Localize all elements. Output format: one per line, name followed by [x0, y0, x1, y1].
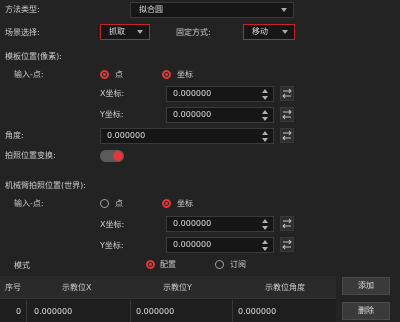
photo-transform-label: 拍照位置变换: [5, 151, 56, 160]
robot-radio-coord[interactable] [162, 199, 171, 208]
robot-radio-coord-label: 坐标 [177, 199, 193, 208]
template-section-title: 模板位置(像素): [5, 52, 62, 61]
mode-radio-config[interactable] [146, 260, 155, 269]
column-divider [26, 300, 27, 322]
toggle-knob [113, 151, 123, 161]
table-header-index: 序号 [5, 283, 21, 292]
column-divider [130, 300, 131, 322]
fixed-mode-label: 固定方式: [176, 28, 211, 37]
chevron-down-icon [281, 8, 287, 12]
spinner-icon[interactable] [261, 88, 269, 101]
swap-icon [282, 109, 292, 120]
delete-button[interactable]: 删除 [342, 302, 390, 320]
robot-y-value: 0.000000 [173, 240, 212, 249]
angle-input[interactable]: 0.000000 [100, 128, 274, 144]
spinner-icon[interactable] [261, 130, 269, 143]
method-type-select[interactable]: 拟合圆 [130, 2, 294, 18]
table-cell-x: 0.000000 [34, 307, 73, 316]
template-radio-coord-label: 坐标 [177, 70, 193, 79]
table-header-x: 示教位X [62, 283, 92, 292]
swap-icon [282, 88, 292, 99]
photo-transform-toggle[interactable] [100, 150, 124, 162]
swap-icon [282, 130, 292, 141]
method-type-label: 方法类型: [5, 5, 40, 14]
spinner-icon[interactable] [261, 239, 269, 252]
robot-x-label: X坐标: [100, 220, 125, 229]
table-cell-index: 0 [16, 307, 22, 316]
table-header-y: 示教位Y [163, 283, 192, 292]
swap-icon [282, 218, 292, 229]
template-y-value: 0.000000 [173, 110, 212, 119]
robot-x-value: 0.000000 [173, 219, 212, 228]
scene-label: 场景选择: [5, 28, 40, 37]
column-divider [232, 300, 233, 322]
template-x-input[interactable]: 0.000000 [166, 86, 274, 102]
scene-select[interactable]: 抓取 [100, 24, 150, 40]
swap-button[interactable] [280, 216, 294, 231]
add-button[interactable]: 添加 [342, 277, 390, 295]
chevron-down-icon [282, 30, 288, 34]
robot-x-input[interactable]: 0.000000 [166, 216, 274, 232]
robot-section-title: 机械臂拍照位置(世界): [5, 181, 86, 190]
robot-y-input[interactable]: 0.000000 [166, 237, 274, 253]
swap-button[interactable] [280, 128, 294, 143]
template-radio-coord[interactable] [162, 70, 171, 79]
angle-label: 角度: [5, 131, 24, 140]
mode-radio-subscribe-label: 订阅 [230, 260, 246, 269]
swap-button[interactable] [280, 107, 294, 122]
fixed-mode-value: 移动 [252, 27, 268, 36]
template-y-input[interactable]: 0.000000 [166, 107, 274, 123]
template-radio-point-label: 点 [115, 70, 123, 79]
spinner-icon[interactable] [261, 218, 269, 231]
robot-radio-point[interactable] [100, 199, 109, 208]
template-input-label: 输入-点: [14, 70, 44, 79]
robot-y-label: Y坐标: [100, 241, 124, 250]
template-radio-point[interactable] [100, 70, 109, 79]
swap-button[interactable] [280, 237, 294, 252]
scene-value: 抓取 [109, 27, 125, 36]
mode-radio-subscribe[interactable] [215, 260, 224, 269]
table-header-angle: 示教位角度 [265, 283, 305, 292]
fixed-mode-select[interactable]: 移动 [243, 24, 295, 40]
mode-radio-config-label: 配置 [160, 260, 176, 269]
template-x-label: X坐标: [100, 89, 125, 98]
robot-input-label: 输入-点: [14, 199, 44, 208]
spinner-icon[interactable] [261, 109, 269, 122]
template-y-label: Y坐标: [100, 110, 124, 119]
method-type-value: 拟合圆 [139, 5, 163, 14]
swap-icon [282, 239, 292, 250]
robot-radio-point-label: 点 [115, 199, 123, 208]
mode-label: 模式 [14, 261, 30, 270]
chevron-down-icon [137, 30, 143, 34]
angle-value: 0.000000 [107, 131, 146, 140]
swap-button[interactable] [280, 86, 294, 101]
table-cell-y: 0.000000 [136, 307, 175, 316]
table-cell-angle: 0.000000 [238, 307, 277, 316]
template-x-value: 0.000000 [173, 89, 212, 98]
